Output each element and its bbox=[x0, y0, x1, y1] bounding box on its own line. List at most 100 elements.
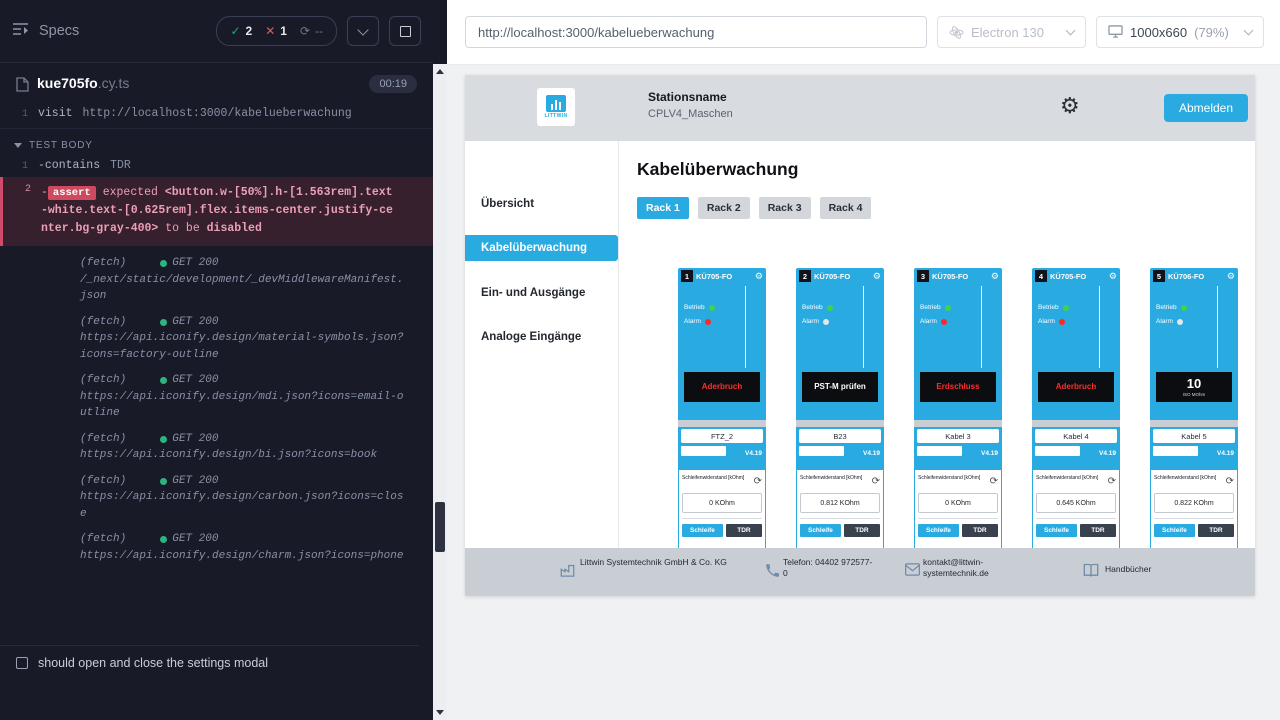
sidebar-item-ein-und-ausgaenge[interactable]: Ein- und Ausgänge bbox=[465, 280, 618, 306]
collapse-button[interactable] bbox=[347, 16, 379, 46]
refresh-icon[interactable]: ⟳ bbox=[872, 477, 880, 487]
log-fetch[interactable]: (fetch)GET 200 https://api.iconify.desig… bbox=[0, 363, 433, 422]
tdr-button[interactable]: TDR bbox=[1198, 524, 1234, 537]
card-title: KÜ705-FO bbox=[932, 272, 968, 281]
specs-label[interactable]: Specs bbox=[39, 23, 79, 39]
sidebar-item-analoge-eingaenge[interactable]: Analoge Eingänge bbox=[465, 324, 618, 350]
tab-rack-3[interactable]: Rack 3 bbox=[759, 197, 811, 219]
test-square-icon bbox=[16, 657, 28, 669]
logo-building-icon bbox=[546, 95, 566, 112]
device-cards: 1KÜ705-FO⚙ Betrieb Alarm Aderbruch FTZ_2… bbox=[678, 268, 1238, 568]
sidebar-item-kabelueberwachung[interactable]: Kabelüberwachung bbox=[465, 235, 618, 261]
alarm-led bbox=[823, 319, 829, 325]
refresh-icon[interactable]: ⟳ bbox=[754, 477, 762, 487]
status-display: Aderbruch bbox=[684, 372, 760, 402]
status-dot bbox=[160, 436, 167, 443]
factory-icon bbox=[560, 563, 575, 578]
stat-passed: ✓2 bbox=[230, 24, 252, 38]
tab-rack-4[interactable]: Rack 4 bbox=[820, 197, 872, 219]
next-test-title: should open and close the settings modal bbox=[38, 656, 268, 670]
refresh-icon[interactable]: ⟳ bbox=[990, 477, 998, 487]
viewport-select[interactable]: 1000x660 (79%) bbox=[1096, 16, 1264, 48]
spec-timer: 00:19 bbox=[369, 75, 417, 93]
next-test-row[interactable]: should open and close the settings modal bbox=[0, 645, 419, 680]
alarm-row: Alarm bbox=[1038, 318, 1065, 325]
scroll-down-arrow[interactable] bbox=[436, 710, 444, 715]
chevron-down-icon bbox=[357, 24, 368, 35]
tdr-button[interactable]: TDR bbox=[1080, 524, 1116, 537]
tab-rack-1[interactable]: Rack 1 bbox=[637, 197, 689, 219]
schleife-button[interactable]: Schleife bbox=[1154, 524, 1195, 537]
divider-strip bbox=[914, 420, 1002, 427]
refresh-icon[interactable]: ⟳ bbox=[1108, 477, 1116, 487]
footer-phone: Telefon: 04402 972577-0 bbox=[783, 557, 875, 580]
littwin-logo: LITTWIN bbox=[537, 88, 575, 126]
schleife-button[interactable]: Schleife bbox=[800, 524, 841, 537]
device-card-5: 5KÜ706-FO⚙ Betrieb Alarm 10ISO MOhm Kabe… bbox=[1150, 268, 1238, 568]
cable-name: B23 bbox=[799, 429, 881, 443]
x-icon: ✕ bbox=[265, 24, 275, 38]
device-card-3: 3KÜ705-FO⚙ Betrieb Alarm Erdschluss Kabe… bbox=[914, 268, 1002, 568]
log-fetch[interactable]: (fetch)GET 200 https://api.iconify.desig… bbox=[0, 522, 433, 564]
card-gear-icon[interactable]: ⚙ bbox=[755, 272, 763, 281]
log-assert-failed[interactable]: 2 -assertexpected <button.w-[50%].h-[1.5… bbox=[0, 177, 433, 246]
card-number: 4 bbox=[1035, 270, 1047, 282]
card-number: 3 bbox=[917, 270, 929, 282]
specs-list-icon[interactable] bbox=[12, 22, 29, 41]
sidebar-item-uebersicht[interactable]: Übersicht bbox=[465, 191, 618, 217]
phone-icon bbox=[765, 563, 780, 578]
spec-ext: .cy.ts bbox=[98, 75, 130, 91]
log-fetch[interactable]: (fetch)GET 200 https://api.iconify.desig… bbox=[0, 422, 433, 464]
card-divider bbox=[1217, 286, 1218, 368]
settings-gear-icon[interactable]: ⚙ bbox=[1060, 95, 1080, 117]
log-fetch[interactable]: (fetch)GET 200 https://api.iconify.desig… bbox=[0, 464, 433, 523]
url-input[interactable]: http://localhost:3000/kabelueberwachung bbox=[465, 16, 927, 48]
aut-stage: http://localhost:3000/kabelueberwachung … bbox=[447, 0, 1280, 720]
card-divider bbox=[863, 286, 864, 368]
scrollbar-thumb[interactable] bbox=[435, 502, 445, 552]
log-fetch[interactable]: (fetch)GET 200 https://api.iconify.desig… bbox=[0, 305, 433, 364]
footer-manuals-link[interactable]: Handbücher bbox=[1105, 564, 1151, 575]
tdr-button[interactable]: TDR bbox=[726, 524, 762, 537]
logout-button[interactable]: Abmelden bbox=[1164, 94, 1248, 122]
tab-rack-2[interactable]: Rack 2 bbox=[698, 197, 750, 219]
alarm-row: Alarm bbox=[684, 318, 711, 325]
runner-scrollbar[interactable] bbox=[433, 0, 447, 720]
firmware-version: V4.19 bbox=[745, 450, 762, 457]
tdr-button[interactable]: TDR bbox=[962, 524, 998, 537]
stop-button[interactable] bbox=[389, 16, 421, 46]
test-body-section[interactable]: TEST BODY bbox=[0, 129, 433, 157]
tdr-button[interactable]: TDR bbox=[844, 524, 880, 537]
cable-name: Kabel 5 bbox=[1153, 429, 1235, 443]
divider bbox=[682, 518, 762, 519]
schleife-button[interactable]: Schleife bbox=[1036, 524, 1077, 537]
card-gear-icon[interactable]: ⚙ bbox=[991, 272, 999, 281]
card-gear-icon[interactable]: ⚙ bbox=[873, 272, 881, 281]
card-gear-icon[interactable]: ⚙ bbox=[1227, 272, 1235, 281]
alarm-led bbox=[941, 319, 947, 325]
log-visit[interactable]: 1 visit http://localhost:3000/kabelueber… bbox=[0, 105, 433, 129]
card-gear-icon[interactable]: ⚙ bbox=[1109, 272, 1117, 281]
resistance-value: 0.645 KOhm bbox=[1036, 493, 1116, 513]
scroll-up-arrow[interactable] bbox=[436, 69, 444, 74]
alarm-row: Alarm bbox=[802, 318, 829, 325]
schleife-button[interactable]: Schleife bbox=[682, 524, 723, 537]
status-display: 10ISO MOhm bbox=[1156, 372, 1232, 402]
log-contains[interactable]: 1 -contains TDR bbox=[0, 157, 433, 174]
card-number: 1 bbox=[681, 270, 693, 282]
viewport-icon bbox=[1108, 25, 1123, 39]
footer-email: kontakt@littwin-systemtechnik.de bbox=[923, 557, 1033, 580]
app-footer: Littwin Systemtechnik GmbH & Co. KG Tele… bbox=[465, 548, 1255, 596]
log-fetch[interactable]: (fetch)GET 200 /_next/static/development… bbox=[0, 246, 433, 305]
schleife-button[interactable]: Schleife bbox=[918, 524, 959, 537]
screen: Specs ✓2 ✕1 ⟳-- kue705fo.cy.ts 00:19 1 v… bbox=[0, 0, 1280, 720]
refresh-icon[interactable]: ⟳ bbox=[1226, 477, 1234, 487]
cable-name: FTZ_2 bbox=[681, 429, 763, 443]
scrollbar-track[interactable] bbox=[433, 64, 447, 720]
divider-strip bbox=[678, 420, 766, 427]
check-icon: ✓ bbox=[230, 24, 240, 38]
browser-select[interactable]: Electron 130 bbox=[937, 16, 1086, 48]
card-divider bbox=[745, 286, 746, 368]
firmware-version: V4.19 bbox=[981, 450, 998, 457]
device-card-4: 4KÜ705-FO⚙ Betrieb Alarm Aderbruch Kabel… bbox=[1032, 268, 1120, 568]
